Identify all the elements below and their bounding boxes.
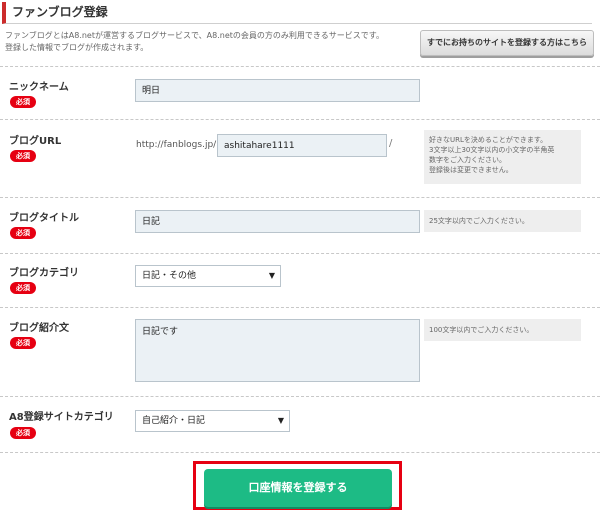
a8-category-select[interactable]: 自己紹介・日記 ▼ (135, 410, 290, 432)
chevron-down-icon: ▼ (268, 271, 275, 280)
blog-title-label: ブログタイトル (9, 213, 79, 224)
blog-category-value: 日記・その他 (142, 271, 197, 281)
register-account-button[interactable]: 口座情報を登録する (204, 469, 392, 507)
blog-intro-hint: 100文字以内でご入力ください。 (424, 319, 581, 341)
blog-category-row: ブログカテゴリ 必須 日記・その他 ▼ (0, 253, 600, 303)
blog-url-hint-line: 数字をご入力ください。 (429, 156, 506, 164)
nickname-row: ニックネーム 必須 明日 (0, 66, 600, 108)
required-badge: 必須 (10, 96, 36, 108)
required-badge: 必須 (10, 337, 36, 349)
required-badge: 必須 (10, 427, 36, 439)
blog-intro-textarea[interactable]: 日記です (135, 319, 420, 382)
required-badge: 必須 (10, 282, 36, 294)
blog-category-select[interactable]: 日記・その他 ▼ (135, 265, 281, 287)
blog-url-field[interactable]: ashitahare1111 (217, 134, 387, 157)
a8-category-label: A8登録サイトカテゴリ (9, 412, 114, 423)
blog-url-hint-line: 好きなURLを決めることができます。 (429, 136, 548, 144)
url-suffix: / (389, 138, 393, 149)
required-badge: 必須 (10, 150, 36, 162)
nickname-field[interactable]: 明日 (135, 79, 420, 102)
required-badge: 必須 (10, 227, 36, 239)
a8-category-row: A8登録サイトカテゴリ 必須 自己紹介・日記 ▼ (0, 396, 600, 450)
existing-site-button[interactable]: すでにお持ちのサイトを登録する方はこちら (420, 30, 594, 56)
blog-category-label: ブログカテゴリ (9, 268, 79, 279)
url-prefix: http://fanblogs.jp/ (136, 140, 217, 150)
blog-url-hint-line: 3文字以上30文字以内の小文字の半角英 (429, 146, 555, 154)
chevron-down-icon: ▼ (277, 416, 284, 425)
page-title: ファンブログ登録 (2, 2, 592, 24)
intro-line-2: 登録した情報でブログが作成されます。 (5, 43, 149, 52)
a8-category-value: 自己紹介・日記 (142, 416, 206, 426)
intro-line-1: ファンブログとはA8.netが運営するブログサービスで、A8.netの会員の方の… (5, 31, 384, 40)
blog-title-hint: 25文字以内でご入力ください。 (424, 210, 581, 232)
nickname-label: ニックネーム (9, 82, 69, 93)
blog-url-label: ブログURL (9, 136, 62, 147)
divider (0, 452, 600, 453)
blog-url-row: ブログURL 必須 http://fanblogs.jp/ ashitahare… (0, 119, 600, 194)
blog-intro-row: ブログ紹介文 必須 日記です 100文字以内でご入力ください。 (0, 307, 600, 395)
blog-url-hint: 好きなURLを決めることができます。 3文字以上30文字以内の小文字の半角英 数… (424, 130, 581, 184)
blog-url-hint-line: 登録後は変更できません。 (429, 166, 513, 174)
blog-title-row: ブログタイトル 必須 日記 25文字以内でご入力ください。 (0, 197, 600, 249)
blog-intro-label: ブログ紹介文 (9, 323, 69, 334)
blog-title-field[interactable]: 日記 (135, 210, 420, 233)
intro-text: ファンブログとはA8.netが運営するブログサービスで、A8.netの会員の方の… (5, 30, 415, 54)
